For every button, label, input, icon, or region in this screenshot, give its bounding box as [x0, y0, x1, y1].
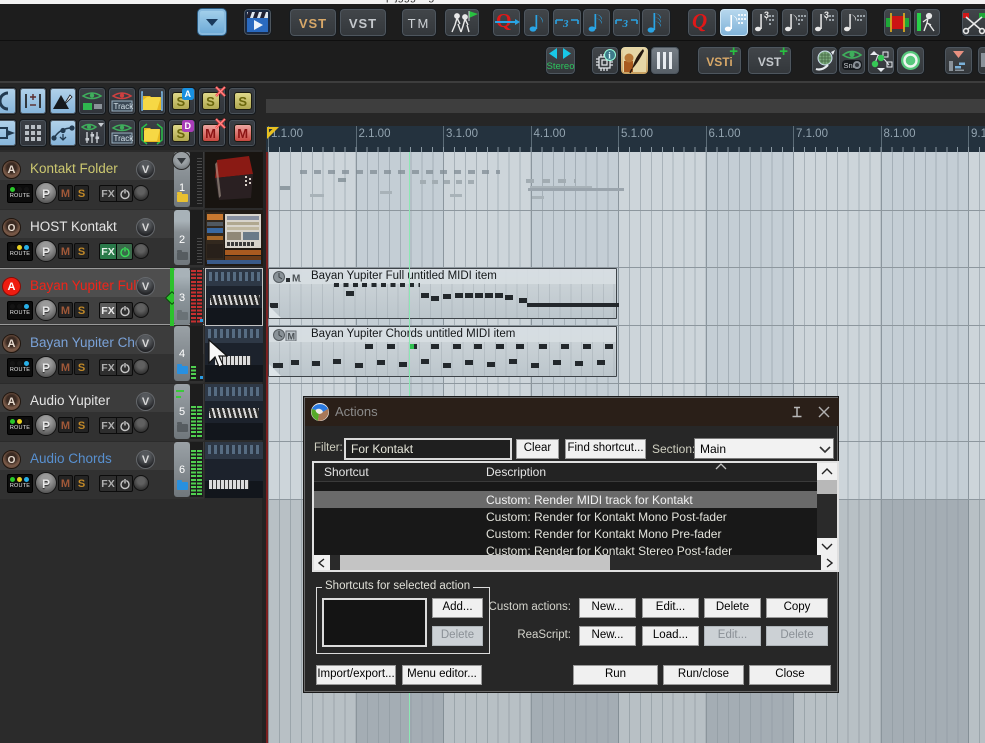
- svg-text:3: 3: [764, 10, 769, 20]
- svg-text:.: .: [299, 275, 301, 283]
- svg-text:3: 3: [622, 18, 629, 30]
- svg-text:Track: Track: [114, 134, 135, 143]
- svg-text:Track: Track: [114, 102, 135, 111]
- svg-text:3: 3: [824, 10, 829, 20]
- svg-text:M: M: [288, 332, 296, 342]
- svg-text:3: 3: [562, 18, 569, 30]
